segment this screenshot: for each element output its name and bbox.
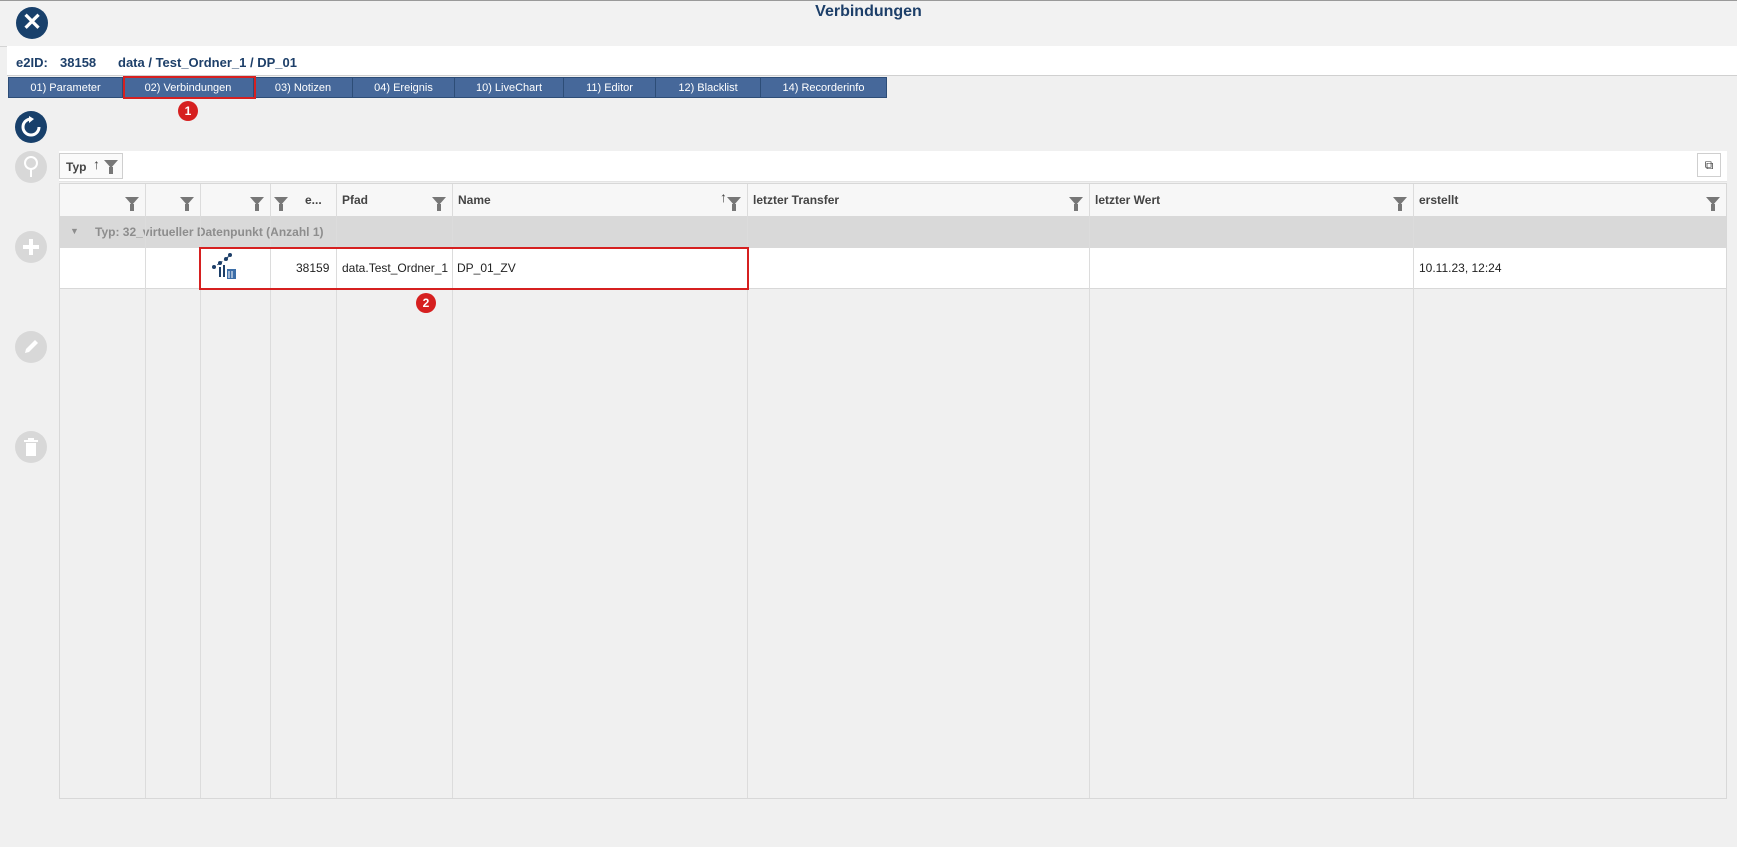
tab-editor[interactable]: 11) Editor [564, 77, 656, 98]
filter-icon[interactable] [104, 160, 118, 174]
tab-recorderinfo[interactable]: 14) Recorderinfo [761, 77, 887, 98]
row-highlight-box [199, 247, 749, 290]
filter-icon[interactable] [125, 197, 139, 211]
column-divider [1413, 184, 1414, 798]
group-by-bar: Typ ↑ ⧉ [59, 151, 1727, 182]
column-header-1[interactable] [60, 184, 145, 216]
filter-icon[interactable] [180, 197, 194, 211]
group-chip-label: Typ [66, 160, 87, 174]
sort-up-icon: ↑ [93, 156, 100, 172]
column-header-2[interactable] [145, 184, 200, 216]
filter-icon[interactable] [250, 197, 264, 211]
column-header-letzter-wert[interactable]: letzter Wert [1089, 184, 1413, 216]
tab-livechart[interactable]: 10) LiveChart [455, 77, 564, 98]
annotation-marker-2: 2 [416, 293, 436, 313]
column-header-type[interactable] [200, 184, 270, 216]
annotation-marker-1: 1 [178, 101, 198, 121]
group-row-label: Typ: 32_virtueller Datenpunkt (Anzahl 1) [95, 225, 324, 239]
column-header-erstellt[interactable]: erstellt [1413, 184, 1726, 216]
group-chip-typ[interactable]: Typ ↑ [59, 153, 123, 179]
column-divider [145, 184, 146, 798]
object-info-bar: e2ID: 38158 data / Test_Ordner_1 / DP_01 [7, 46, 1737, 76]
column-header-letzter-transfer[interactable]: letzter Transfer [747, 184, 1089, 216]
column-chooser-icon[interactable]: ⧉ [1697, 153, 1721, 177]
column-header-e2id[interactable]: e... [270, 184, 336, 216]
trash-icon[interactable] [15, 431, 47, 463]
tab-blacklist[interactable]: 12) Blacklist [656, 77, 761, 98]
filter-icon[interactable] [274, 197, 288, 211]
e2id-value: 38158 [60, 55, 97, 70]
plus-icon[interactable] [15, 231, 47, 263]
column-header-pfad[interactable]: Pfad [336, 184, 452, 216]
chevron-down-icon[interactable]: ▼ [70, 226, 79, 236]
pin-icon[interactable] [15, 151, 47, 183]
refresh-icon[interactable] [15, 111, 47, 143]
tab-notizen[interactable]: 03) Notizen [254, 77, 353, 98]
sort-up-icon: ↑ [720, 189, 727, 205]
tab-highlight-box [123, 76, 256, 99]
page-title: Verbindungen [815, 3, 922, 20]
filter-icon[interactable] [432, 197, 446, 211]
e2id-label: e2ID: [16, 55, 48, 70]
filter-icon[interactable] [727, 197, 741, 211]
pencil-icon[interactable] [15, 331, 47, 363]
group-row[interactable]: ▼ Typ: 32_virtueller Datenpunkt (Anzahl … [60, 216, 1726, 248]
title-bar: ✕ Verbindungen [0, 0, 1737, 47]
filter-icon[interactable] [1706, 197, 1720, 211]
tab-ereignis[interactable]: 04) Ereignis [353, 77, 455, 98]
column-divider [1089, 184, 1090, 798]
object-path: data / Test_Ordner_1 / DP_01 [118, 55, 297, 70]
column-header-name[interactable]: Name ↑ [452, 184, 747, 216]
filter-icon[interactable] [1393, 197, 1407, 211]
row-erstellt: 10.11.23, 12:24 [1419, 261, 1502, 275]
tab-parameter[interactable]: 01) Parameter [8, 77, 123, 98]
filter-icon[interactable] [1069, 197, 1083, 211]
table-header: e... Pfad Name ↑ letzter Transfer letzte… [60, 184, 1726, 217]
